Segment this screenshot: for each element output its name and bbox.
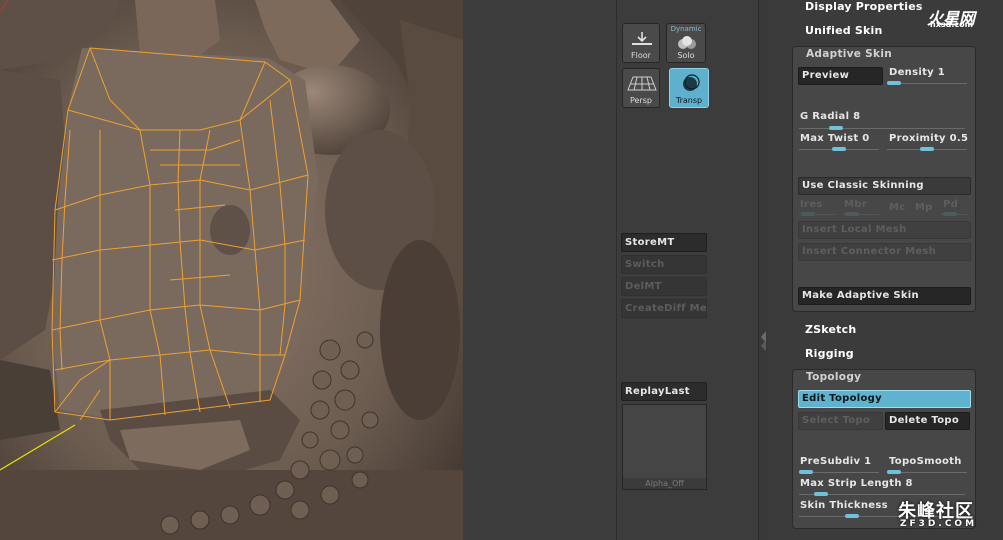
rigging-menu[interactable]: Rigging — [805, 347, 854, 360]
shelf-divider — [616, 0, 617, 540]
hxsd-url-watermark: hxsd.com — [930, 20, 973, 29]
ires-slider-knob[interactable] — [801, 212, 815, 216]
density-slider-knob[interactable] — [887, 81, 901, 85]
g-radial-slider-label: G Radial 8 — [800, 111, 861, 122]
mp-button[interactable]: Mp — [915, 202, 933, 213]
max-twist-slider-knob[interactable] — [832, 147, 846, 151]
sculpt-model-render — [0, 0, 463, 540]
mbr-slider[interactable] — [843, 212, 879, 216]
ires-slider[interactable] — [799, 212, 835, 216]
topo-smooth-slider-knob[interactable] — [887, 470, 901, 474]
skin-thickness-slider-knob[interactable] — [845, 514, 859, 518]
transp-button[interactable]: Transp — [669, 68, 709, 108]
floor-label: Floor — [631, 51, 651, 60]
zf3d-url-watermark: ZF3D.COM — [900, 519, 978, 529]
dynamic-label: Dynamic — [670, 25, 702, 33]
presubdiv-slider-label: PreSubdiv 1 — [800, 456, 872, 467]
mbr-label: Mbr — [844, 199, 867, 210]
store-mt-button[interactable]: StoreMT — [621, 233, 707, 252]
max-twist-slider[interactable] — [799, 147, 879, 151]
persp-button[interactable]: Persp — [622, 68, 660, 108]
pd-slider[interactable] — [941, 212, 967, 216]
floor-icon — [632, 32, 652, 45]
presubdiv-slider-knob[interactable] — [799, 470, 813, 474]
pd-slider-knob[interactable] — [943, 212, 957, 216]
solo-button[interactable]: Dynamic Solo — [666, 23, 706, 63]
g-radial-slider[interactable] — [799, 126, 965, 130]
proximity-slider-knob[interactable] — [920, 147, 934, 151]
topo-smooth-slider[interactable] — [887, 470, 967, 474]
mc-button[interactable]: Mc — [889, 202, 905, 213]
presubdiv-slider[interactable] — [799, 470, 879, 474]
topology-title[interactable]: Topology — [806, 371, 861, 383]
solo-label: Solo — [677, 51, 695, 60]
select-topo-button[interactable]: Select Topo — [798, 412, 883, 430]
switch-button[interactable]: Switch — [621, 255, 707, 274]
transparency-icon — [683, 74, 700, 91]
max-strip-length-slider-label: Max Strip Length 8 — [800, 478, 913, 489]
solo-icon — [678, 36, 696, 49]
alpha-thumbnail[interactable]: Alpha_Off — [622, 404, 707, 490]
zsketch-menu[interactable]: ZSketch — [805, 323, 856, 336]
edit-topology-button[interactable]: Edit Topology — [798, 390, 971, 408]
g-radial-slider-knob[interactable] — [829, 126, 843, 130]
density-slider[interactable] — [887, 81, 967, 85]
viewport-canvas[interactable] — [0, 0, 463, 540]
make-adaptive-skin-button[interactable]: Make Adaptive Skin — [798, 287, 971, 305]
delete-topo-button[interactable]: Delete Topo — [885, 412, 970, 430]
collapse-arrow-icon — [761, 331, 766, 351]
max-twist-slider-label: Max Twist 0 — [800, 133, 870, 144]
use-classic-skinning-button[interactable]: Use Classic Skinning — [798, 177, 971, 195]
del-mt-button[interactable]: DelMT — [621, 277, 707, 296]
skin-thickness-slider-label: Skin Thickness — [800, 500, 888, 511]
preview-button[interactable]: Preview — [798, 67, 883, 85]
mbr-slider-knob[interactable] — [845, 212, 859, 216]
pd-label: Pd — [943, 199, 959, 210]
transp-label: Transp — [675, 96, 703, 105]
adaptive-skin-panel: Adaptive Skin Preview Density 1 G Radial… — [792, 46, 976, 312]
proximity-slider-label: Proximity 0.5 — [889, 133, 969, 144]
persp-label: Persp — [630, 96, 652, 105]
display-properties-menu[interactable]: Display Properties — [805, 0, 923, 13]
topo-smooth-slider-label: TopoSmooth — [889, 456, 962, 467]
create-diff-mesh-button[interactable]: CreateDiff Me — [621, 299, 707, 318]
replay-last-button[interactable]: ReplayLast — [621, 382, 707, 401]
alpha-label: Alpha_Off — [623, 478, 706, 489]
unified-skin-menu[interactable]: Unified Skin — [805, 24, 883, 37]
perspective-grid-icon — [627, 76, 657, 91]
insert-connector-mesh-button[interactable]: Insert Connector Mesh — [798, 243, 971, 261]
proximity-slider[interactable] — [887, 147, 967, 151]
adaptive-skin-title[interactable]: Adaptive Skin — [806, 48, 892, 60]
floor-button[interactable]: Floor — [622, 23, 660, 63]
density-slider-label: Density 1 — [889, 67, 946, 78]
right-shelf — [463, 0, 758, 540]
max-strip-length-slider[interactable] — [799, 492, 965, 496]
ires-label: Ires — [800, 199, 823, 210]
insert-local-mesh-button[interactable]: Insert Local Mesh — [798, 221, 971, 239]
max-strip-length-slider-knob[interactable] — [814, 492, 828, 496]
